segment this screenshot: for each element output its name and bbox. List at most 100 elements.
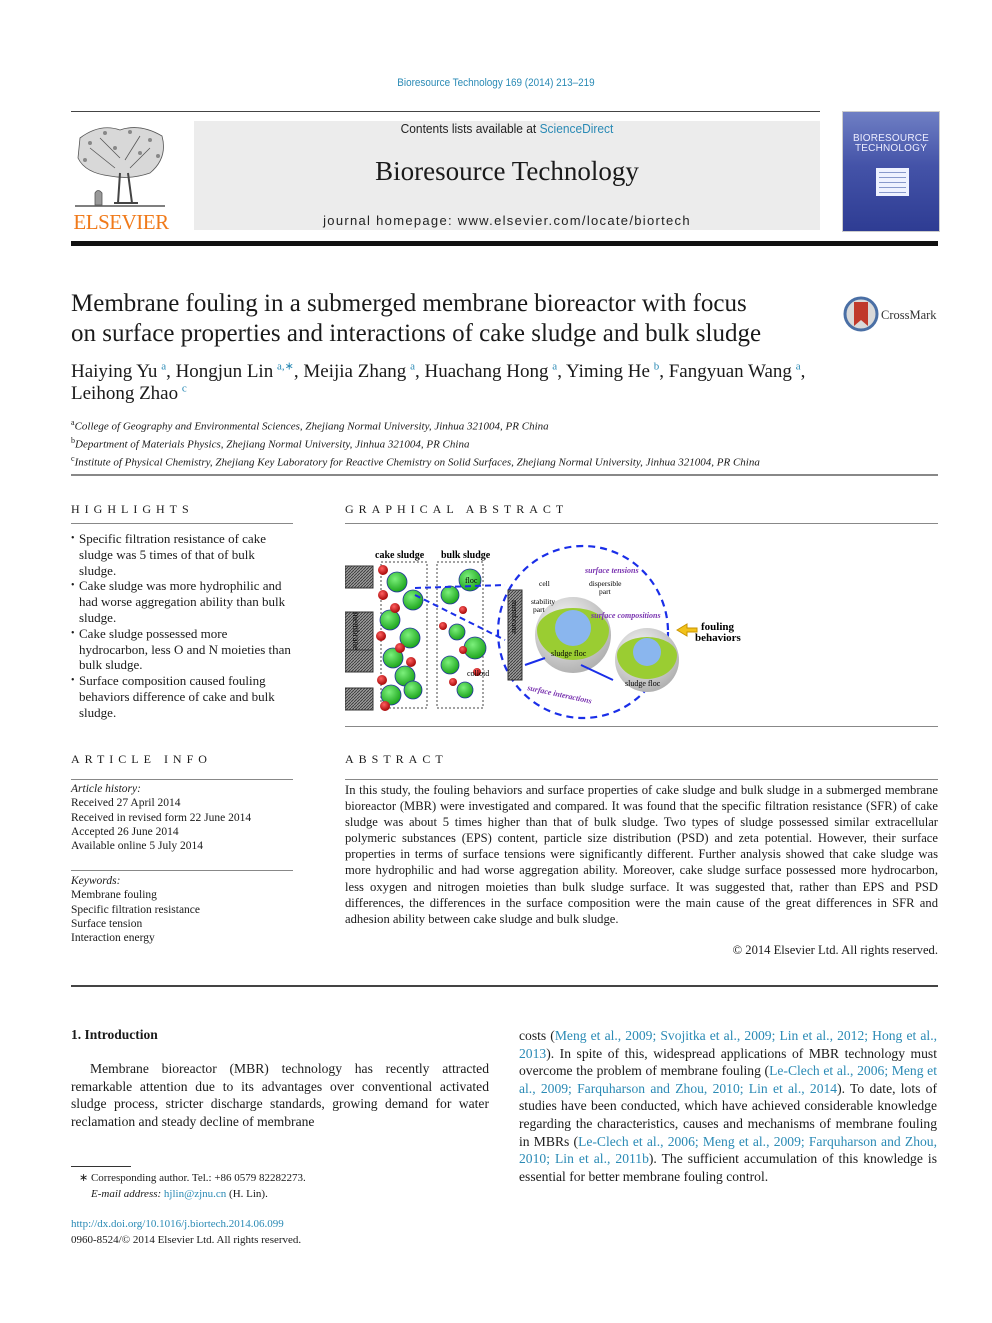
author-name[interactable]: Meijia Zhang bbox=[303, 361, 406, 382]
highlights-heading: HIGHLIGHTS bbox=[71, 502, 194, 516]
author-name[interactable]: Hongjun Lin bbox=[176, 361, 274, 382]
bulk-particles bbox=[439, 568, 487, 699]
highlight-item: Cake sludge possessed more hydrocarbon, … bbox=[71, 626, 293, 673]
ga-cake-sludge-label: cake sludge bbox=[375, 550, 425, 561]
affiliation: cInstitute of Physical Chemistry, Zhejia… bbox=[71, 452, 931, 470]
introduction-heading: 1. Introduction bbox=[71, 1027, 158, 1042]
author-name[interactable]: Yiming He bbox=[566, 361, 650, 382]
crossmark-icon bbox=[843, 296, 879, 332]
crossmark-label: CrossMark bbox=[881, 308, 937, 322]
body-divider bbox=[71, 985, 938, 987]
affiliations: aCollege of Geography and Environmental … bbox=[71, 416, 931, 470]
highlight-item: Surface composition caused fouling behav… bbox=[71, 673, 293, 720]
section-divider bbox=[71, 474, 938, 476]
email-label: E-mail address: bbox=[91, 1188, 162, 1200]
author-list: Haiying Yu a, Hongjun Lin a,∗, Meijia Zh… bbox=[71, 360, 806, 404]
author-name[interactable]: Leihong Zhao bbox=[71, 383, 178, 404]
history-accepted: Accepted 26 June 2014 bbox=[71, 825, 179, 838]
author-affiliation-marker[interactable]: a,∗ bbox=[277, 361, 294, 373]
abstract-heading: ABSTRACT bbox=[345, 752, 448, 766]
keywords-rule bbox=[71, 870, 293, 871]
cake-particles bbox=[376, 565, 424, 711]
ga-membrane-label-left: membrane bbox=[351, 612, 361, 650]
sciencedirect-link[interactable]: ScienceDirect bbox=[540, 121, 614, 136]
footnote-marker: ∗ bbox=[79, 1172, 89, 1184]
highlight-item: Specific filtration resistance of cake s… bbox=[71, 531, 293, 578]
ga-colloid-label: colloid bbox=[467, 669, 489, 678]
highlights-rule bbox=[71, 523, 293, 524]
arrow-right-icon bbox=[676, 623, 698, 637]
article-info-heading: ARTICLE INFO bbox=[71, 752, 212, 766]
header-thick-rule bbox=[71, 241, 938, 246]
history-label: Article history: bbox=[71, 783, 141, 795]
author-affiliation-marker[interactable]: a bbox=[161, 361, 166, 373]
graphical-abstract-rule bbox=[345, 523, 938, 524]
introduction-paragraph-right: costs (Meng et al., 2009; Svojitka et al… bbox=[519, 1027, 937, 1185]
journal-title: Bioresource Technology bbox=[375, 156, 639, 186]
crossmark-badge[interactable]: CrossMark bbox=[843, 296, 953, 336]
affiliation-text: Department of Materials Physics, Zhejian… bbox=[75, 438, 470, 451]
title-line-2: on surface properties and interactions o… bbox=[71, 320, 762, 347]
ga-sludge-floc-label-1: sludge floc bbox=[551, 649, 587, 658]
ga-dispersible-label-2: part bbox=[599, 587, 612, 596]
author-affiliation-marker[interactable]: a bbox=[552, 361, 557, 373]
author-name[interactable]: Fangyuan Wang bbox=[669, 361, 792, 382]
sludge-floc-large bbox=[535, 597, 611, 673]
author-name[interactable]: Huachang Hong bbox=[424, 361, 548, 382]
ga-membrane-label-right: membrane bbox=[510, 600, 519, 634]
keyword: Surface tension bbox=[71, 917, 143, 930]
doi-link[interactable]: http://dx.doi.org/10.1016/j.biortech.201… bbox=[71, 1216, 491, 1232]
author-affiliation-marker[interactable]: c bbox=[182, 383, 187, 395]
header-rule bbox=[71, 111, 820, 112]
cover-title: BIORESOURCE TECHNOLOGY bbox=[843, 134, 939, 154]
cover-figure bbox=[876, 168, 909, 196]
footnote-rule bbox=[71, 1166, 131, 1167]
article-title: Membrane fouling in a submerged membrane… bbox=[71, 289, 831, 349]
elsevier-wordmark: ELSEVIER bbox=[73, 210, 169, 234]
email-link[interactable]: hjlin@zjnu.cn bbox=[164, 1188, 226, 1200]
corresponding-author-footnote: ∗ Corresponding author. Tel.: +86 0579 8… bbox=[71, 1170, 491, 1202]
introduction-paragraph-left: Membrane bioreactor (MBR) technology has… bbox=[71, 1061, 489, 1129]
paragraph-text: costs ( bbox=[519, 1028, 555, 1043]
author-name[interactable]: Haiying Yu bbox=[71, 361, 157, 382]
journal-homepage[interactable]: journal homepage: www.elsevier.com/locat… bbox=[194, 213, 820, 228]
article-info: Article history: Received 27 April 2014 … bbox=[71, 782, 293, 853]
journal-reference[interactable]: Bioresource Technology 169 (2014) 213–21… bbox=[50, 77, 943, 89]
ga-cell-label: cell bbox=[539, 579, 550, 588]
issn-copyright: 0960-8524/© 2014 Elsevier Ltd. All right… bbox=[71, 1234, 302, 1246]
affiliation: bDepartment of Materials Physics, Zhejia… bbox=[71, 434, 931, 452]
graphical-abstract-bottom-rule bbox=[345, 726, 938, 727]
ga-surface-compositions-label: surface compositions bbox=[590, 611, 661, 620]
ga-bulk-sludge-label: bulk sludge bbox=[441, 550, 491, 561]
keyword: Membrane fouling bbox=[71, 889, 157, 902]
author-affiliation-marker[interactable]: a bbox=[410, 361, 415, 373]
email-suffix: (H. Lin). bbox=[229, 1188, 268, 1200]
highlights-list: Specific filtration resistance of cake s… bbox=[71, 531, 293, 721]
abstract-rule bbox=[345, 779, 938, 780]
graphical-abstract-heading: GRAPHICAL ABSTRACT bbox=[345, 502, 569, 516]
ga-surface-tensions-label: surface tensions bbox=[584, 566, 639, 575]
affiliation-text: College of Geography and Environmental S… bbox=[74, 420, 549, 433]
cover-title-line2: TECHNOLOGY bbox=[854, 143, 927, 154]
ga-floc-label: floc bbox=[465, 576, 478, 585]
author-affiliation-marker[interactable]: a bbox=[796, 361, 801, 373]
affiliation: aCollege of Geography and Environmental … bbox=[71, 416, 931, 434]
doi-block: http://dx.doi.org/10.1016/j.biortech.201… bbox=[71, 1216, 491, 1248]
keyword: Interaction energy bbox=[71, 932, 155, 945]
history-online: Available online 5 July 2014 bbox=[71, 840, 204, 853]
contents-line: Contents lists available at ScienceDirec… bbox=[219, 121, 795, 136]
history-received: Received 27 April 2014 bbox=[71, 797, 181, 810]
abstract-text: In this study, the fouling behaviors and… bbox=[345, 783, 938, 926]
affiliation-text: Institute of Physical Chemistry, Zhejian… bbox=[74, 456, 760, 469]
abstract-copyright: © 2014 Elsevier Ltd. All rights reserved… bbox=[732, 943, 938, 957]
article-info-rule bbox=[71, 779, 293, 780]
history-revised: Received in revised form 22 June 2014 bbox=[71, 811, 252, 824]
journal-cover-image[interactable]: BIORESOURCE TECHNOLOGY bbox=[842, 111, 940, 232]
keywords: Keywords: Membrane fouling Specific filt… bbox=[71, 874, 293, 945]
ga-sludge-floc-label-2: sludge floc bbox=[625, 679, 661, 688]
highlight-item: Cake sludge was more hydrophilic and had… bbox=[71, 578, 293, 625]
title-line-1: Membrane fouling in a submerged membrane… bbox=[71, 290, 747, 317]
keywords-label: Keywords: bbox=[71, 875, 121, 887]
graphical-abstract-figure[interactable]: membrane cake sludge bulk sludge floc co… bbox=[345, 540, 765, 720]
author-affiliation-marker[interactable]: b bbox=[654, 361, 660, 373]
